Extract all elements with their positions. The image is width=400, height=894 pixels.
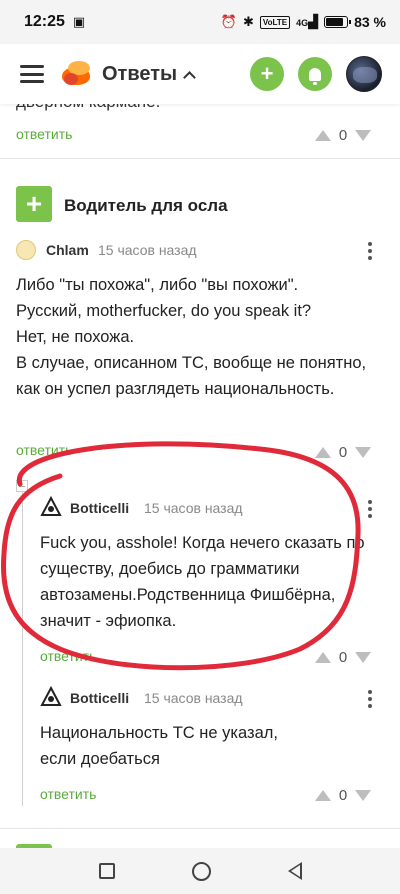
- comment-username[interactable]: Botticelli: [70, 690, 129, 706]
- plus-icon: +: [260, 61, 274, 86]
- reply-link[interactable]: ответить: [40, 786, 96, 802]
- upvote-icon[interactable]: [314, 129, 331, 141]
- add-question-button[interactable]: +: [250, 57, 284, 91]
- vote-count: 0: [338, 443, 348, 461]
- upvote-icon[interactable]: [314, 651, 331, 663]
- bluetooth-icon: ✱: [243, 14, 254, 29]
- comment-text: Национальность ТС не указал, если доебат…: [40, 724, 278, 768]
- divider: [0, 158, 400, 159]
- comment-username[interactable]: Chlam: [46, 242, 89, 258]
- upvote-icon[interactable]: [314, 789, 331, 801]
- avatar[interactable]: [16, 240, 36, 260]
- vote-control: 0: [310, 122, 376, 148]
- vote-count: 0: [338, 648, 348, 666]
- chevron-up-icon[interactable]: [183, 70, 196, 84]
- comments-feed: дверном кармане. ответить 0 + Водитель д…: [0, 104, 400, 848]
- recents-icon[interactable]: [98, 863, 115, 879]
- status-time: 12:25: [24, 13, 65, 30]
- thread-line: [22, 488, 23, 806]
- avatar[interactable]: [40, 685, 62, 706]
- answer-plus: +: [25, 188, 43, 219]
- system-nav-bar: [0, 848, 400, 894]
- status-right: ⏰ ✱ VoLTE 4G▟ 83 %: [221, 14, 386, 30]
- answer-author[interactable]: Водитель для осла: [64, 196, 228, 216]
- upvote-icon[interactable]: [314, 446, 331, 458]
- comment-text: Fuck you, asshole! Когда нечего сказать …: [40, 534, 365, 630]
- answer-marker-icon: +: [16, 186, 52, 222]
- app-header: Ответы +: [0, 44, 400, 104]
- comment-timestamp: 15 часов назад: [144, 500, 243, 516]
- home-icon[interactable]: [191, 861, 211, 881]
- comment-timestamp: 15 часов назад: [144, 690, 243, 706]
- collapse-thread-button[interactable]: [16, 480, 28, 492]
- user-avatar[interactable]: [346, 56, 382, 92]
- status-bar: 12:25 ▣ ⏰ ✱ VoLTE 4G▟ 83 %: [0, 0, 400, 44]
- downvote-icon[interactable]: [355, 129, 372, 141]
- alarm-icon: ⏰: [220, 14, 237, 29]
- comment-timestamp: 15 часов назад: [98, 242, 197, 258]
- bell-icon: [309, 67, 321, 85]
- app-title[interactable]: Ответы: [102, 63, 177, 86]
- back-icon[interactable]: [287, 862, 302, 880]
- answers-logo-icon[interactable]: [60, 59, 92, 89]
- comment-username[interactable]: Botticelli: [70, 500, 129, 516]
- vote-count: 0: [338, 786, 348, 804]
- vote-control: 0: [310, 439, 376, 465]
- avatar[interactable]: [40, 495, 62, 516]
- comment-text: Либо "ты похожа", либо "вы похожи". Русс…: [16, 276, 367, 398]
- vote-control: 0: [310, 782, 376, 808]
- downvote-icon[interactable]: [355, 789, 372, 801]
- more-options-icon[interactable]: [368, 690, 372, 708]
- notifications-button[interactable]: [298, 57, 332, 91]
- downvote-icon[interactable]: [355, 651, 372, 663]
- more-options-icon[interactable]: [368, 242, 372, 260]
- divider: [0, 828, 400, 829]
- vote-control: 0: [310, 644, 376, 670]
- battery-percent: 83 %: [354, 14, 386, 30]
- more-options-icon[interactable]: [368, 500, 372, 518]
- vote-count: 0: [338, 126, 348, 144]
- network-label: 4G: [296, 18, 309, 28]
- reply-link[interactable]: ответить: [16, 126, 72, 142]
- nfc-icon: ▣: [72, 14, 86, 29]
- previous-comment-text: дверном кармане.: [16, 104, 160, 112]
- volte-icon: VoLTE: [259, 15, 291, 29]
- reply-link[interactable]: ответить: [16, 442, 72, 458]
- menu-icon[interactable]: [20, 65, 44, 83]
- battery-icon: [324, 16, 352, 28]
- reply-link[interactable]: ответить: [40, 648, 96, 664]
- signal-icon: 4G▟: [296, 14, 319, 29]
- downvote-icon[interactable]: [355, 446, 372, 458]
